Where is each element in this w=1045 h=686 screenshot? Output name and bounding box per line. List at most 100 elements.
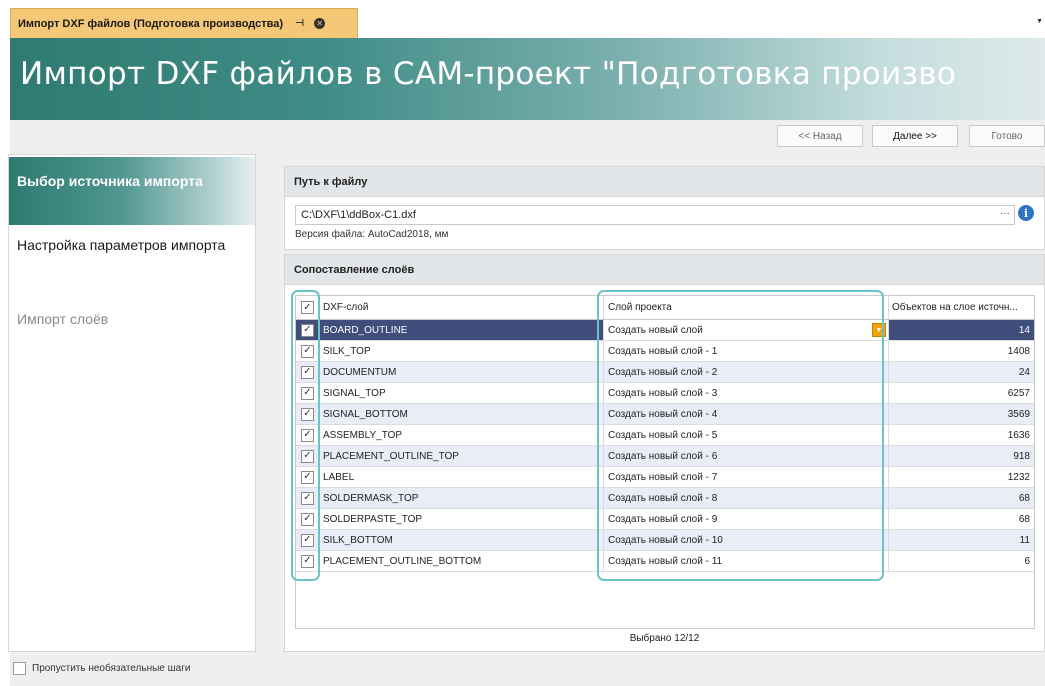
back-button[interactable]: << Назад: [777, 125, 863, 147]
table-row[interactable]: ✓ ASSEMBLY_TOP Создать новый слой - 5 1636: [296, 425, 1034, 446]
dxf-layer-cell[interactable]: BOARD_OUTLINE: [320, 320, 604, 340]
project-layer-cell[interactable]: Создать новый слой - 1: [604, 341, 889, 361]
object-count-cell: 918: [1013, 450, 1030, 462]
object-count-cell: 68: [1018, 492, 1030, 504]
dxf-layer-cell[interactable]: SOLDERPASTE_TOP: [320, 509, 604, 529]
step-select-source[interactable]: Выбор источника импорта: [9, 157, 255, 225]
file-path-input[interactable]: C:\DXF\1\ddBox-C1.dxf ···: [295, 205, 1015, 225]
object-count-cell: 6257: [1007, 387, 1030, 399]
chevron-down-icon[interactable]: ▼: [1036, 18, 1043, 25]
object-count-cell: 6: [1024, 555, 1030, 567]
table-row[interactable]: ✓ LABEL Создать новый слой - 7 1232: [296, 467, 1034, 488]
column-header-count[interactable]: Объектов на слое источн...: [889, 296, 1034, 319]
project-layer-cell[interactable]: Создать новый слой - 5: [604, 425, 889, 445]
step-import-layers[interactable]: Импорт слоёв: [9, 311, 255, 327]
browse-button[interactable]: ···: [1000, 208, 1010, 219]
row-checkbox[interactable]: ✓: [301, 533, 314, 547]
row-checkbox[interactable]: ✓: [301, 323, 314, 337]
row-checkbox[interactable]: ✓: [301, 512, 314, 526]
dxf-layer-cell[interactable]: SOLDERMASK_TOP: [320, 488, 604, 508]
info-icon[interactable]: i: [1018, 205, 1034, 221]
step-import-settings[interactable]: Настройка параметров импорта: [9, 237, 255, 253]
file-version: Версия файла: AutoCad2018, мм: [295, 229, 449, 240]
dxf-layer-cell[interactable]: SILK_TOP: [320, 341, 604, 361]
project-layer-value: Создать новый слой - 9: [608, 513, 718, 525]
project-layer-cell[interactable]: Создать новый слой - 11: [604, 551, 889, 571]
close-icon[interactable]: ✕: [314, 18, 326, 29]
pin-icon[interactable]: ⊣: [295, 18, 304, 29]
dxf-layer-cell[interactable]: PLACEMENT_OUTLINE_TOP: [320, 446, 604, 466]
dxf-layer-cell[interactable]: SIGNAL_TOP: [320, 383, 604, 403]
project-layer-value: Создать новый слой - 5: [608, 429, 718, 441]
next-button[interactable]: Далее >>: [872, 125, 958, 147]
dxf-layer-cell[interactable]: SILK_BOTTOM: [320, 530, 604, 550]
table-row[interactable]: ✓ SIGNAL_BOTTOM Создать новый слой - 4 3569: [296, 404, 1034, 425]
project-layer-cell[interactable]: Создать новый слой - 6: [604, 446, 889, 466]
done-button[interactable]: Готово: [969, 125, 1045, 147]
row-checkbox[interactable]: ✓: [301, 407, 314, 421]
project-layer-cell[interactable]: Создать новый слой - 2: [604, 362, 889, 382]
column-header-project[interactable]: Слой проекта: [604, 296, 889, 319]
table-row[interactable]: ✓ SOLDERMASK_TOP Создать новый слой - 8 68: [296, 488, 1034, 509]
column-header-dxf[interactable]: DXF-слой: [320, 296, 604, 319]
table-row[interactable]: ✓ SIGNAL_TOP Создать новый слой - 3 6257: [296, 383, 1034, 404]
project-layer-value: Создать новый слой - 4: [608, 408, 718, 420]
select-all-checkbox[interactable]: ✓: [301, 301, 314, 314]
document-tab[interactable]: Импорт DXF файлов (Подготовка производст…: [10, 8, 358, 38]
page-title: Импорт DXF файлов в CAM-проект "Подготов…: [20, 56, 957, 92]
project-layer-value: Создать новый слой: [608, 324, 703, 336]
row-checkbox[interactable]: ✓: [301, 344, 314, 358]
row-check-cell: ✓: [296, 530, 320, 550]
table-row[interactable]: ✓ PLACEMENT_OUTLINE_BOTTOM Создать новый с…: [296, 551, 1034, 572]
row-checkbox[interactable]: ✓: [301, 365, 314, 379]
row-checkbox[interactable]: ✓: [301, 449, 314, 463]
table-row[interactable]: ✓ SILK_BOTTOM Создать новый слой - 10 11: [296, 530, 1034, 551]
project-layer-value: Создать новый слой - 2: [608, 366, 718, 378]
project-layer-cell[interactable]: Создать новый слой - 10: [604, 530, 889, 550]
project-layer-value: Создать новый слой - 3: [608, 387, 718, 399]
row-check-cell: ✓: [296, 362, 320, 382]
project-layer-cell[interactable]: Создать новый слой - 7: [604, 467, 889, 487]
dxf-layer-cell[interactable]: SIGNAL_BOTTOM: [320, 404, 604, 424]
selection-count: Выбрано 12/12: [629, 633, 700, 644]
object-count-cell: 1408: [1007, 345, 1030, 357]
chevron-down-icon[interactable]: ▼: [872, 323, 886, 337]
skip-checkbox[interactable]: [13, 662, 26, 675]
dxf-layer-cell[interactable]: LABEL: [320, 467, 604, 487]
project-layer-cell[interactable]: Создать новый слой - 3: [604, 383, 889, 403]
row-check-cell: ✓: [296, 383, 320, 403]
layer-grid: ✓ DXF-слой Слой проекта Объектов на слое…: [295, 295, 1035, 629]
row-checkbox[interactable]: ✓: [301, 554, 314, 568]
dxf-layer-cell[interactable]: PLACEMENT_OUTLINE_BOTTOM: [320, 551, 604, 571]
file-path-group: Путь к файлу C:\DXF\1\ddBox-C1.dxf ··· i…: [284, 166, 1045, 250]
row-checkbox[interactable]: ✓: [301, 470, 314, 484]
project-layer-cell[interactable]: Создать новый слой - 9: [604, 509, 889, 529]
layer-mapping-group: Сопоставление слоёв ✓ DXF-слой Слой прое…: [284, 254, 1045, 652]
project-layer-value: Создать новый слой - 1: [608, 345, 718, 357]
file-path-value: C:\DXF\1\ddBox-C1.dxf: [301, 209, 416, 221]
row-checkbox[interactable]: ✓: [301, 428, 314, 442]
dxf-layer-cell[interactable]: DOCUMENTUM: [320, 362, 604, 382]
project-layer-cell[interactable]: Создать новый слой ▼: [604, 320, 889, 340]
skip-optional-steps[interactable]: Пропустить необязательные шаги: [13, 662, 190, 675]
header-banner: Импорт DXF файлов в CAM-проект "Подготов…: [10, 38, 1045, 120]
project-layer-cell[interactable]: Создать новый слой - 4: [604, 404, 889, 424]
table-row[interactable]: ✓ BOARD_OUTLINE Создать новый слой ▼ 14: [296, 320, 1034, 341]
row-checkbox[interactable]: ✓: [301, 386, 314, 400]
row-check-cell: ✓: [296, 341, 320, 361]
dxf-layer-cell[interactable]: ASSEMBLY_TOP: [320, 425, 604, 445]
project-layer-value: Создать новый слой - 10: [608, 534, 723, 546]
project-layer-cell[interactable]: Создать новый слой - 8: [604, 488, 889, 508]
table-row[interactable]: ✓ SOLDERPASTE_TOP Создать новый слой - 9 68: [296, 509, 1034, 530]
table-row[interactable]: ✓ PLACEMENT_OUTLINE_TOP Создать новый слой…: [296, 446, 1034, 467]
object-count-cell: 14: [1018, 324, 1030, 336]
project-layer-value: Создать новый слой - 8: [608, 492, 718, 504]
project-layer-value: Создать новый слой - 11: [608, 555, 723, 567]
row-check-cell: ✓: [296, 446, 320, 466]
wizard-steps-panel: Выбор источника импорта Настройка параме…: [8, 154, 256, 652]
object-count-cell: 1232: [1007, 471, 1030, 483]
project-layer-value: Создать новый слой - 6: [608, 450, 718, 462]
row-checkbox[interactable]: ✓: [301, 491, 314, 505]
table-row[interactable]: ✓ SILK_TOP Создать новый слой - 1 1408: [296, 341, 1034, 362]
table-row[interactable]: ✓ DOCUMENTUM Создать новый слой - 2 24: [296, 362, 1034, 383]
